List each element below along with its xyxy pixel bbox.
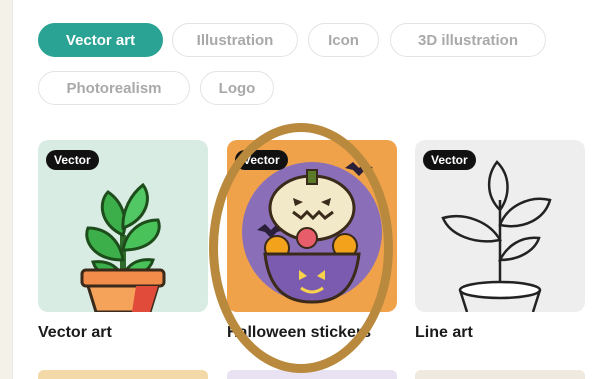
chip-icon[interactable]: Icon — [308, 23, 379, 57]
card-caption-vector-art: Vector art — [38, 324, 112, 341]
gallery-card-line-art[interactable]: Vector — [415, 140, 585, 312]
chip-vector-art[interactable]: Vector art — [38, 23, 163, 57]
card-caption-halloween-stickers: Halloween stickers — [227, 324, 372, 341]
vector-badge: Vector — [235, 150, 288, 170]
vector-badge: Vector — [423, 150, 476, 170]
chip-logo[interactable]: Logo — [200, 71, 274, 105]
chip-illustration[interactable]: Illustration — [172, 23, 298, 57]
gallery-card-halloween-stickers[interactable]: Vector — [227, 140, 397, 312]
vector-badge: Vector — [46, 150, 99, 170]
chip-3d-illustration[interactable]: 3D illustration — [390, 23, 546, 57]
next-row-card[interactable] — [38, 370, 208, 379]
card-caption-line-art: Line art — [415, 324, 473, 341]
next-row-card[interactable] — [415, 370, 585, 379]
next-row-card[interactable] — [227, 370, 397, 379]
gallery-card-vector-art[interactable]: Vector — [38, 140, 208, 312]
chip-photorealism[interactable]: Photorealism — [38, 71, 190, 105]
